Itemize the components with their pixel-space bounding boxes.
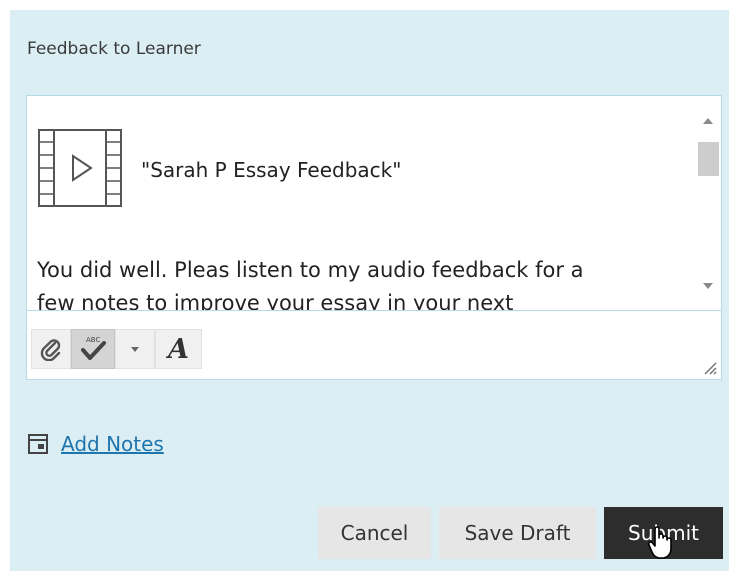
feedback-text-line: You did well. Pleas listen to my audio f… xyxy=(37,258,584,282)
svg-text:ABC: ABC xyxy=(86,336,100,344)
editor-content[interactable]: "Sarah P Essay Feedback" You did well. P… xyxy=(27,96,695,310)
resize-grip-icon[interactable] xyxy=(701,359,717,375)
section-label: Feedback to Learner xyxy=(27,39,201,59)
scroll-down-icon[interactable] xyxy=(703,283,713,289)
feedback-text: You did well. Pleas listen to my audio f… xyxy=(37,254,584,310)
add-notes-row[interactable]: Add Notes xyxy=(27,432,164,456)
video-icon xyxy=(38,129,122,207)
spellcheck-dropdown[interactable] xyxy=(115,329,155,369)
feedback-text-line: few notes to improve your essay in your … xyxy=(37,291,514,310)
editor-toolbar: ABC A xyxy=(27,310,721,379)
font-style-icon: A xyxy=(168,333,189,365)
editor-scrollbar[interactable] xyxy=(695,96,721,310)
spellcheck-icon: ABC xyxy=(81,336,106,360)
paperclip-icon xyxy=(40,339,61,361)
scroll-up-icon[interactable] xyxy=(703,118,713,124)
save-draft-button[interactable]: Save Draft xyxy=(439,507,596,559)
dropdown-arrow-icon xyxy=(131,347,139,352)
attach-button[interactable] xyxy=(31,329,71,369)
cancel-button[interactable]: Cancel xyxy=(318,507,431,559)
font-style-button[interactable]: A xyxy=(155,329,202,369)
video-embed[interactable]: "Sarah P Essay Feedback" xyxy=(37,128,401,208)
spellcheck-button[interactable]: ABC xyxy=(71,329,115,369)
add-notes-link[interactable]: Add Notes xyxy=(61,432,164,456)
feedback-editor[interactable]: "Sarah P Essay Feedback" You did well. P… xyxy=(26,95,722,380)
notes-icon xyxy=(28,434,48,454)
scroll-thumb[interactable] xyxy=(698,142,719,176)
submit-button[interactable]: Submit xyxy=(604,507,723,559)
video-title: "Sarah P Essay Feedback" xyxy=(141,158,402,182)
